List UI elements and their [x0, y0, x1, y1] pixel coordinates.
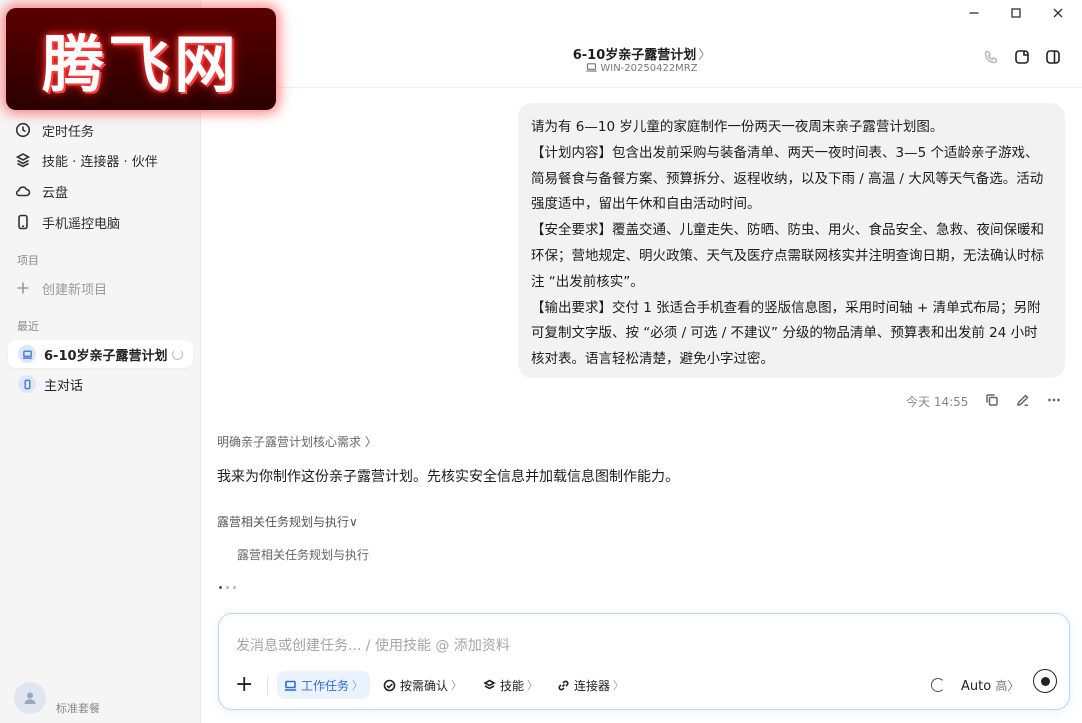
- maximize-icon: [1011, 8, 1021, 18]
- sidebar-item-phone-remote[interactable]: 手机遥控电脑: [14, 210, 120, 234]
- new-chat-icon: [1015, 50, 1029, 64]
- quality-label: 高: [995, 679, 1008, 693]
- recent-section-label: 最近: [17, 320, 39, 333]
- connectors-chip[interactable]: 连接器〉: [550, 671, 631, 699]
- assistant-reply: 我来为你制作这份亲子露营计划。先核实安全信息并加载信息图制作能力。: [217, 469, 679, 485]
- user-message-paragraph: 【输出要求】交付 1 张适合手机查看的竖版信息图，采用时间轴 + 清单式布局；另…: [531, 299, 1041, 368]
- composer-divider: [267, 677, 268, 695]
- stop-icon: [1040, 676, 1050, 686]
- clock-icon: [14, 121, 32, 139]
- user-message-paragraph: 【安全要求】覆盖交通、儿童走失、防晒、防虫、用火、食品安全、急救、夜间保暖和环保…: [531, 222, 1044, 290]
- model-mode-selector[interactable]: Auto 高〉: [961, 677, 1019, 694]
- chevron-right-icon: 〉: [527, 679, 539, 692]
- cloud-icon: [14, 182, 32, 200]
- phone-icon: [18, 375, 36, 393]
- layers-icon: [483, 679, 496, 689]
- link-icon: [558, 680, 569, 690]
- chevron-right-icon: 〉: [613, 679, 625, 692]
- chevron-right-icon: 〉: [698, 48, 712, 63]
- recent-item-label: 主对话: [44, 378, 84, 394]
- edit-button[interactable]: [1015, 392, 1031, 408]
- minimize-button[interactable]: [966, 5, 982, 21]
- user-profile[interactable]: [14, 682, 46, 714]
- user-message-paragraph: 【计划内容】包含出发前采购与装备清单、两天一夜时间表、3—5 个适龄亲子游戏、简…: [531, 144, 1044, 213]
- device-name: WIN-20250422MRZ: [600, 63, 698, 74]
- more-horizontal-icon: [1048, 398, 1060, 402]
- phone-icon: [14, 213, 32, 231]
- site-logo: 腾飞网: [6, 8, 276, 110]
- plus-icon: [14, 279, 32, 297]
- typing-indicator: [219, 586, 236, 589]
- task-plan-step: 露营相关任务规划与执行: [237, 548, 370, 562]
- sidebar-item-label: 定时任务: [42, 124, 95, 140]
- copy-button[interactable]: [984, 392, 1000, 408]
- recent-item-main-chat[interactable]: 主对话: [8, 370, 193, 398]
- recent-item-label: 6-10岁亲子露营计划: [44, 348, 168, 364]
- sidebar-item-label: 云盘: [42, 185, 69, 201]
- more-options-button[interactable]: [1046, 392, 1062, 408]
- recent-item-camping-plan[interactable]: 6-10岁亲子露营计划: [8, 340, 193, 368]
- site-logo-text: 腾飞网: [41, 28, 240, 101]
- avatar[interactable]: [14, 682, 46, 714]
- sidebar-item-label: 手机遥控电脑: [42, 216, 121, 232]
- loading-spinner-icon: [172, 348, 183, 360]
- close-icon: [1053, 8, 1063, 18]
- laptop-icon: [284, 680, 297, 691]
- chevron-down-icon: ∨: [349, 515, 358, 529]
- message-input[interactable]: 发消息或创建任务... / 使用技能 @ 添加资料: [236, 635, 510, 655]
- plan-label: 标准套餐: [56, 702, 100, 715]
- chevron-right-icon: 〉: [1007, 679, 1020, 693]
- loading-spinner-icon: [931, 678, 945, 692]
- toggle-panel-button[interactable]: [1043, 47, 1063, 67]
- projects-section-label: 项目: [17, 254, 39, 267]
- skills-chip[interactable]: 技能〉: [476, 671, 545, 699]
- add-attachment-button[interactable]: +: [235, 674, 253, 696]
- model-mode-label: Auto: [961, 679, 992, 694]
- chip-label: 技能: [500, 678, 525, 693]
- work-task-chip[interactable]: 工作任务〉: [277, 671, 371, 699]
- create-project-button[interactable]: 创建新项目: [14, 276, 107, 300]
- stop-generation-button[interactable]: [1033, 669, 1057, 693]
- chip-label: 工作任务: [301, 678, 350, 693]
- side-panel-icon: [1046, 50, 1060, 64]
- phone-call-icon: [984, 50, 998, 64]
- chevron-right-icon: 〉: [451, 679, 463, 692]
- maximize-button[interactable]: [1008, 5, 1024, 21]
- message-composer[interactable]: 发消息或创建任务... / 使用技能 @ 添加资料 + 工作任务〉 按需确认〉 …: [218, 613, 1070, 710]
- sidebar-item-scheduled-tasks[interactable]: 定时任务: [14, 118, 94, 142]
- conversation-title[interactable]: 6-10岁亲子露营计划〉: [202, 44, 1082, 63]
- user-message-paragraph: 请为有 6—10 岁儿童的家庭制作一份两天一夜周末亲子露营计划图。: [531, 119, 944, 135]
- check-circle-icon: [383, 679, 396, 691]
- pencil-icon: [1016, 394, 1029, 407]
- laptop-icon: [586, 63, 598, 72]
- confirm-mode-chip[interactable]: 按需确认〉: [376, 671, 469, 699]
- sidebar-item-label: 技能 · 连接器 · 伙伴: [42, 154, 158, 170]
- sidebar-item-skills[interactable]: 技能 · 连接器 · 伙伴: [14, 148, 158, 172]
- user-message-bubble: 请为有 6—10 岁儿童的家庭制作一份两天一夜周末亲子露营计划图。 【计划内容】…: [518, 103, 1065, 378]
- chip-label: 按需确认: [400, 678, 449, 693]
- chip-label: 连接器: [574, 678, 611, 693]
- minimize-icon: [969, 12, 979, 14]
- conversation-header: 6-10岁亲子露营计划〉 WIN-20250422MRZ: [202, 28, 1082, 88]
- thinking-summary-toggle[interactable]: 明确亲子露营计划核心需求 〉: [217, 433, 377, 450]
- new-chat-button[interactable]: [1012, 47, 1032, 67]
- copy-icon: [986, 394, 998, 406]
- message-timestamp: 今天 14:55: [906, 394, 969, 409]
- laptop-icon: [18, 345, 36, 363]
- create-project-label: 创建新项目: [42, 282, 108, 298]
- user-icon: [24, 692, 36, 704]
- call-button[interactable]: [981, 47, 1001, 67]
- sidebar-item-cloud-drive[interactable]: 云盘: [14, 179, 68, 203]
- layers-icon: [14, 151, 32, 169]
- task-plan-title: 露营相关任务规划与执行: [217, 515, 350, 529]
- chevron-right-icon: 〉: [352, 679, 364, 692]
- close-button[interactable]: [1050, 5, 1066, 21]
- device-label: WIN-20250422MRZ: [202, 63, 1082, 74]
- task-plan-toggle[interactable]: 露营相关任务规划与执行∨: [217, 513, 358, 530]
